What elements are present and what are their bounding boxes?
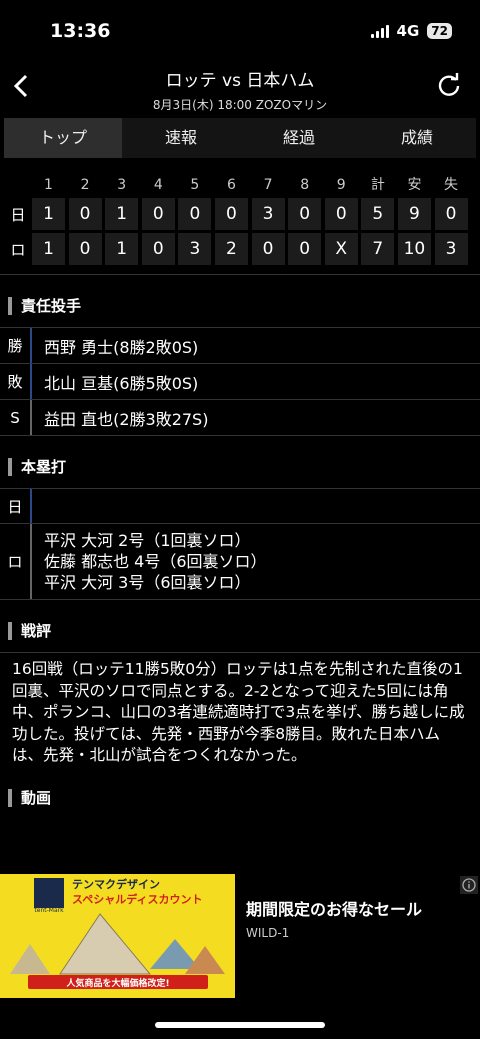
inning-header: 2 xyxy=(80,177,90,193)
back-icon[interactable] xyxy=(8,68,38,104)
total-header: 計 xyxy=(370,177,385,193)
section-title: 本塁打 xyxy=(8,458,480,476)
ad-banner[interactable]: tent-Mark テンマクデザイン スペシャルディスカウント 人気商品を大幅価… xyxy=(0,874,480,998)
homerun-row-home: ロ 平沢 大河 2号（1回裏ソロ） 佐藤 都志也 4号（6回裏ソロ） 平沢 大河… xyxy=(0,523,480,600)
inning-header: 9 xyxy=(336,177,346,193)
homerun-row-away: 日 xyxy=(0,488,480,523)
page-title: ロッテ vs 日本ハム xyxy=(165,71,315,91)
status-time: 13:36 xyxy=(50,20,111,42)
pitcher-value: 西野 勇士(8勝2敗0S) xyxy=(44,337,199,357)
score-row-away: 日 1 0 1 0 0 0 3 0 0 5 9 0 xyxy=(4,198,476,230)
score-cell: 1 xyxy=(105,198,139,230)
ad-title-1: テンマクデザイン xyxy=(72,877,160,891)
homerun-team-label: ロ xyxy=(0,524,32,599)
errors-header: 失 xyxy=(444,177,459,193)
score-cell: 2 xyxy=(214,233,248,265)
refresh-icon[interactable] xyxy=(436,72,462,98)
ad-image[interactable]: tent-Mark テンマクデザイン スペシャルディスカウント 人気商品を大幅価… xyxy=(0,874,235,998)
hits-cell: 10 xyxy=(397,233,431,265)
review-text: 16回戦（ロッテ11勝5敗0分）ロッテは1点を先制された直後の1回裏、平沢のソロ… xyxy=(0,652,480,767)
video-section: 動画 xyxy=(0,788,480,807)
ad-illustration: tent-Mark テンマクデザイン スペシャルディスカウント 人気商品を大幅価… xyxy=(0,874,235,998)
pitcher-label: S xyxy=(0,400,32,435)
pitcher-value: 北山 亘基(6勝5敗0S) xyxy=(44,373,199,393)
inning-header: 3 xyxy=(117,177,127,193)
inning-header: 4 xyxy=(153,177,163,193)
homerun-team-label: 日 xyxy=(0,489,32,523)
score-cell: 3 xyxy=(178,233,212,265)
ad-brand: WILD-1 xyxy=(246,926,290,940)
inning-header: 6 xyxy=(227,177,236,193)
hits-cell: 9 xyxy=(397,198,431,230)
review-section: 戦評 16回戦（ロッテ11勝5敗0分）ロッテは1点を先制された直後の1回裏、平沢… xyxy=(0,622,480,767)
status-bar: 13:36 4G 72 xyxy=(0,0,480,64)
homerun-list: 平沢 大河 2号（1回裏ソロ） 佐藤 都志也 4号（6回裏ソロ） 平沢 大河 3… xyxy=(32,524,267,599)
battery-icon: 72 xyxy=(427,23,452,39)
total-cell: 7 xyxy=(361,233,395,265)
score-cell: 0 xyxy=(141,198,175,230)
score-cell: 0 xyxy=(68,198,102,230)
score-cell: 0 xyxy=(68,233,102,265)
section-title: 責任投手 xyxy=(8,297,480,315)
homerun-section: 本塁打 日 ロ 平沢 大河 2号（1回裏ソロ） 佐藤 都志也 4号（6回裏ソロ）… xyxy=(0,458,480,600)
network-label: 4G xyxy=(396,22,420,40)
homerun-item[interactable]: 平沢 大河 2号（1回裏ソロ） xyxy=(44,530,267,551)
tab-live[interactable]: 速報 xyxy=(122,118,240,158)
errors-cell: 3 xyxy=(434,233,468,265)
score-cell: 0 xyxy=(178,198,212,230)
inning-header: 7 xyxy=(263,177,273,193)
ad-info-icon[interactable] xyxy=(460,876,478,894)
section-title: 戦評 xyxy=(8,622,480,640)
score-row-home: ロ 1 0 1 0 3 2 0 0 X 7 10 3 xyxy=(4,233,476,265)
score-cell: 1 xyxy=(32,198,65,230)
score-cell: 1 xyxy=(32,233,65,265)
team-label: 日 xyxy=(10,205,26,224)
hits-header: 安 xyxy=(407,177,422,193)
score-cell: 0 xyxy=(288,198,322,230)
tab-top[interactable]: トップ xyxy=(4,118,122,158)
ad-title-2: スペシャルディスカウント xyxy=(72,892,202,906)
pitcher-label: 勝 xyxy=(0,328,32,363)
score-cell: 0 xyxy=(141,233,175,265)
game-datetime: 8月3日(木) 18:00 ZOZOマリン xyxy=(152,98,328,112)
scoreboard-header: 1 2 3 4 5 6 7 8 9 計 安 失 xyxy=(4,172,476,198)
homerun-item[interactable]: 佐藤 都志也 4号（6回裏ソロ） xyxy=(44,551,267,572)
ad-banner-text: 人気商品を大幅価格改定! xyxy=(65,977,169,989)
score-cell: 0 xyxy=(288,233,322,265)
score-cell: 0 xyxy=(324,198,358,230)
tab-stats[interactable]: 成績 xyxy=(358,118,476,158)
homerun-list xyxy=(32,489,44,523)
tab-progress[interactable]: 経過 xyxy=(240,118,358,158)
inning-header: 5 xyxy=(190,177,200,193)
ad-logo-text: tent-Mark xyxy=(34,907,64,914)
errors-cell: 0 xyxy=(434,198,468,230)
homerun-item[interactable]: 平沢 大河 3号（6回裏ソロ） xyxy=(44,572,267,593)
score-cell: 0 xyxy=(251,233,285,265)
score-cell: 0 xyxy=(214,198,248,230)
pitcher-row-win[interactable]: 勝 西野 勇士(8勝2敗0S) xyxy=(0,327,480,363)
pitcher-row-loss[interactable]: 敗 北山 亘基(6勝5敗0S) xyxy=(0,363,480,399)
inning-header: 1 xyxy=(44,177,53,193)
score-cell: 1 xyxy=(105,233,139,265)
score-cell: X xyxy=(324,233,358,265)
inning-header: 8 xyxy=(300,177,310,193)
pitcher-label: 敗 xyxy=(0,364,32,399)
ad-headline[interactable]: 期間限定のお得なセール xyxy=(246,896,422,920)
total-cell: 5 xyxy=(361,198,395,230)
score-cell: 3 xyxy=(251,198,285,230)
signal-icon xyxy=(370,24,389,38)
tab-bar: トップ 速報 経過 成績 xyxy=(4,118,476,158)
scoreboard: 1 2 3 4 5 6 7 8 9 計 安 失 日 1 0 1 0 0 0 3 … xyxy=(0,172,480,275)
pitchers-section: 責任投手 勝 西野 勇士(8勝2敗0S) 敗 北山 亘基(6勝5敗0S) S 益… xyxy=(0,297,480,436)
team-label: ロ xyxy=(10,240,26,259)
pitcher-row-save[interactable]: S 益田 直也(2勝3敗27S) xyxy=(0,399,480,436)
nav-bar: ロッテ vs 日本ハム 8月3日(木) 18:00 ZOZOマリン xyxy=(0,64,480,114)
pitcher-value: 益田 直也(2勝3敗27S) xyxy=(44,409,209,429)
home-indicator[interactable] xyxy=(155,1022,325,1028)
section-title: 動画 xyxy=(8,788,480,807)
